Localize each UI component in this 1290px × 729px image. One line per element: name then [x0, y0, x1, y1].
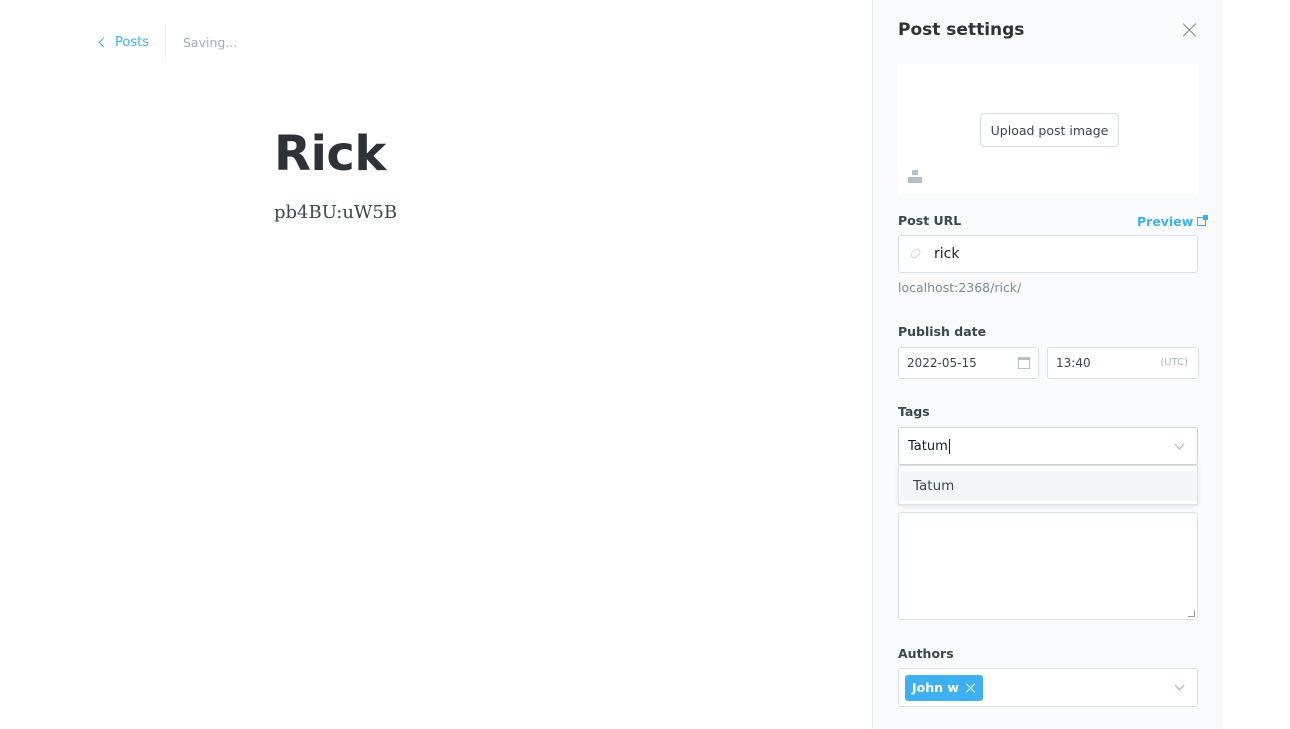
editor: Posts Saving... Rick pb4BU:uW5B [0, 0, 872, 729]
post-url-hint: localhost:2368/rick/ [898, 280, 1022, 295]
post-url-label: Post URL [898, 213, 962, 228]
preview-link[interactable]: Preview [1137, 214, 1209, 229]
publish-date-input[interactable]: 2022-05-15 [898, 347, 1039, 379]
back-link-label: Posts [115, 34, 149, 50]
post-title[interactable]: Rick [274, 126, 386, 182]
tags-input[interactable]: Tatum [898, 427, 1198, 465]
timezone-label: (UTC) [1160, 357, 1188, 368]
publish-time-value: 13:40 [1056, 356, 1091, 370]
tags-dropdown: Tatum [898, 465, 1198, 505]
author-chip-label: John w [912, 680, 959, 695]
publish-time-input[interactable]: 13:40 (UTC) [1047, 347, 1199, 379]
post-body[interactable]: pb4BU:uW5B [274, 202, 397, 223]
publish-date-value: 2022-05-15 [907, 356, 977, 370]
close-icon[interactable] [1182, 22, 1198, 38]
post-image-box: Upload post image [898, 64, 1198, 194]
chevron-down-icon[interactable] [1174, 439, 1185, 450]
tag-suggestion-option[interactable]: Tatum [900, 471, 1197, 501]
remove-icon[interactable] [966, 683, 976, 693]
authors-input[interactable]: John w [898, 668, 1198, 707]
publish-date-label: Publish date [898, 324, 987, 339]
post-url-value: rick [934, 246, 960, 262]
save-status: Saving... [182, 34, 238, 50]
preview-label: Preview [1137, 214, 1194, 229]
link-icon [909, 247, 922, 260]
author-chip[interactable]: John w [905, 674, 983, 701]
excerpt-textarea[interactable] [898, 512, 1198, 620]
post-settings-panel: Post settings Upload post image Post URL… [872, 0, 1222, 729]
resize-handle-icon[interactable] [1188, 610, 1195, 617]
chevron-down-icon[interactable] [1174, 680, 1185, 691]
upload-post-image-button[interactable]: Upload post image [980, 113, 1119, 147]
tags-label: Tags [898, 404, 930, 419]
calendar-icon[interactable] [1018, 357, 1030, 369]
tags-input-value: Tatum [908, 438, 948, 454]
chevron-left-icon [98, 37, 109, 48]
unsplash-icon[interactable] [908, 170, 924, 184]
authors-label: Authors [898, 646, 954, 661]
external-link-icon [1197, 215, 1209, 226]
panel-title: Post settings [898, 20, 1025, 40]
back-to-posts-link[interactable]: Posts [98, 24, 166, 60]
panel-header: Post settings [898, 20, 1198, 40]
post-url-input[interactable]: rick [898, 235, 1198, 273]
text-cursor [948, 438, 950, 454]
editor-topbar: Posts Saving... [98, 24, 238, 60]
